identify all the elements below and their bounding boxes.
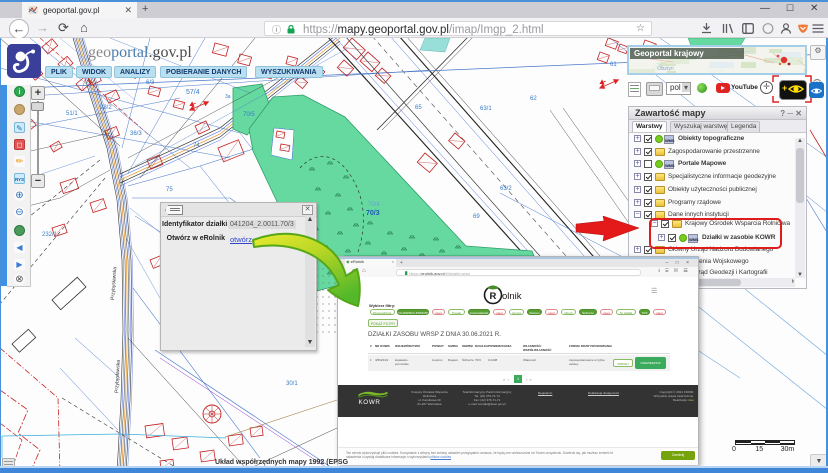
svg-text:KOWR: KOWR bbox=[358, 399, 380, 406]
svg-text:51/1: 51/1 bbox=[66, 111, 78, 117]
svg-text:Przybysławska: Przybysławska bbox=[114, 360, 122, 394]
svg-text:36/3: 36/3 bbox=[130, 131, 142, 137]
svg-text:3a: 3a bbox=[225, 94, 231, 100]
svg-text:30/1: 30/1 bbox=[286, 381, 298, 387]
svg-text:Olsztyn: Olsztyn bbox=[657, 66, 674, 72]
svg-text:69: 69 bbox=[473, 214, 480, 220]
svg-text:57/4: 57/4 bbox=[186, 89, 200, 96]
svg-text:98/2: 98/2 bbox=[100, 105, 112, 111]
svg-text:61: 61 bbox=[610, 62, 617, 68]
svg-text:R: R bbox=[490, 291, 497, 302]
svg-text:6/3: 6/3 bbox=[146, 80, 155, 86]
svg-text:65: 65 bbox=[415, 105, 422, 111]
svg-text:63/2: 63/2 bbox=[500, 186, 512, 192]
svg-text:232/1: 232/1 bbox=[42, 232, 58, 238]
svg-text:Przybysławska: Przybysławska bbox=[110, 267, 118, 301]
svg-text:74: 74 bbox=[193, 143, 200, 149]
svg-text:70/4: 70/4 bbox=[368, 202, 380, 208]
svg-text:70/5: 70/5 bbox=[243, 112, 255, 118]
svg-text:olnik: olnik bbox=[502, 291, 522, 302]
svg-text:75: 75 bbox=[166, 187, 173, 193]
svg-text:70/3: 70/3 bbox=[366, 210, 380, 217]
svg-text:62: 62 bbox=[530, 96, 537, 102]
svg-text:63/1: 63/1 bbox=[480, 106, 492, 112]
